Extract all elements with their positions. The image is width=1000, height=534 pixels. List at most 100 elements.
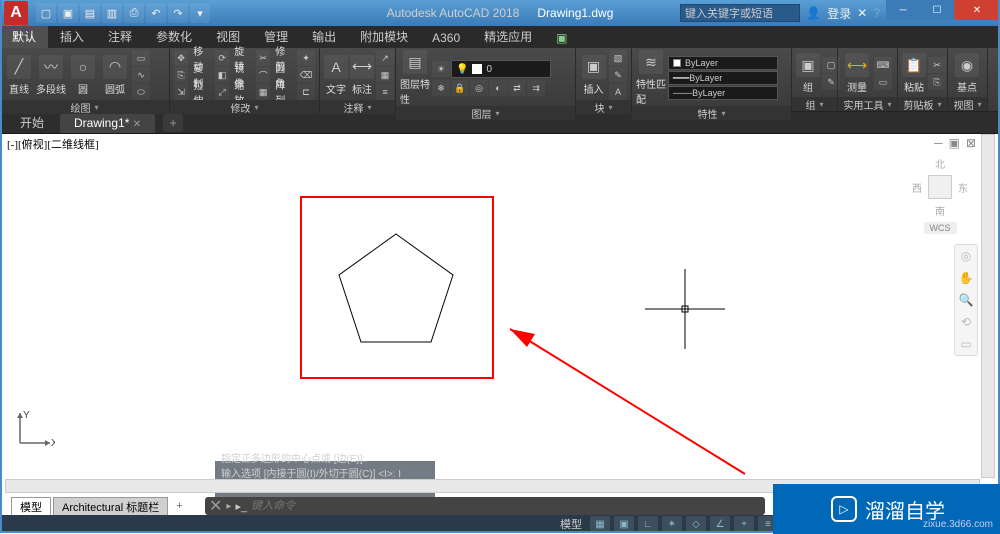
panel-draw-label[interactable]: 绘图▾ — [0, 100, 169, 114]
polyline-tool[interactable]: 〰多段线 — [36, 55, 66, 96]
layer-props-tool[interactable]: ▤图层特性 — [400, 50, 430, 106]
clip-copy-icon[interactable]: ⎘ — [928, 74, 946, 90]
block-edit-icon[interactable]: ✎ — [609, 67, 627, 83]
minimize-button[interactable]: ─ — [886, 0, 920, 20]
help-icon[interactable]: ? — [873, 6, 880, 20]
qat-undo-icon[interactable]: ↶ — [146, 3, 166, 23]
command-line[interactable]: ✕ ▸ ▸_ — [205, 497, 765, 515]
polar-toggle-icon[interactable]: ✴ — [662, 516, 682, 532]
mtext-icon[interactable]: ≡ — [376, 84, 394, 100]
panel-view-label[interactable]: 视图▾ — [948, 97, 987, 111]
tab-insert[interactable]: 插入 — [48, 25, 96, 48]
ellipse-icon[interactable]: ⬭ — [132, 84, 150, 100]
calc-icon[interactable]: ⌨ — [874, 57, 892, 73]
tab-addins[interactable]: 附加模块 — [348, 25, 420, 48]
line-tool[interactable]: ╱直线 — [4, 55, 34, 96]
grid-toggle-icon[interactable]: ▦ — [590, 516, 610, 532]
scrollbar-vertical[interactable] — [981, 134, 995, 478]
linetype-combo[interactable]: ─── ByLayer — [668, 86, 778, 100]
qat-new-icon[interactable]: ▢ — [36, 3, 56, 23]
file-tab-close-icon[interactable]: ✕ — [133, 119, 141, 130]
match-props-tool[interactable]: ≋特性匹配 — [636, 50, 666, 106]
search-box[interactable]: 键入关键字或短语 — [680, 4, 800, 22]
tab-annotate[interactable]: 注释 — [96, 25, 144, 48]
group-tool[interactable]: ▣组 — [796, 53, 820, 94]
signin-icon[interactable]: 👤 — [806, 6, 821, 20]
qat-plot-icon[interactable]: ⎙ — [124, 3, 144, 23]
circle-tool[interactable]: ○圆 — [68, 55, 98, 96]
otrack-toggle-icon[interactable]: ∠ — [710, 516, 730, 532]
app-icon[interactable]: A — [4, 1, 28, 25]
table-icon[interactable]: ▦ — [376, 67, 394, 83]
panel-group-label[interactable]: 组▾ — [792, 97, 837, 111]
color-combo[interactable]: ByLayer — [668, 56, 778, 70]
arc-tool[interactable]: ◠圆弧 — [100, 55, 130, 96]
rect-icon[interactable]: ▭ — [132, 50, 150, 66]
stretch-icon[interactable]: ⇲ — [174, 84, 188, 100]
explode-icon[interactable]: ✦ — [297, 50, 315, 66]
offset-icon[interactable]: ⊏ — [297, 84, 315, 100]
command-input[interactable] — [251, 500, 761, 512]
layer-iso-icon[interactable]: ◎ — [470, 80, 488, 96]
qat-save-icon[interactable]: ▤ — [80, 3, 100, 23]
tab-featured[interactable]: 精选应用 — [472, 25, 544, 48]
status-model[interactable]: 模型 — [556, 516, 586, 532]
drawing-canvas[interactable]: [-][俯视][二维线框] ─ ▣ ⊠ 北 西 东 南 WCS ◎ ✋ 🔍 ⟲ … — [5, 134, 980, 478]
panel-clip-label[interactable]: 剪贴板▾ — [898, 97, 947, 111]
ortho-toggle-icon[interactable]: ∟ — [638, 516, 658, 532]
array-icon[interactable]: ▦ — [256, 84, 270, 100]
copy-icon[interactable]: ⎘ — [174, 67, 188, 83]
tab-output[interactable]: 输出 — [300, 25, 348, 48]
fillet-icon[interactable]: ⌒ — [256, 67, 270, 83]
qat-redo-icon[interactable]: ↷ — [168, 3, 188, 23]
select-icon[interactable]: ▭ — [874, 74, 892, 90]
layer-walk-icon[interactable]: ⇉ — [527, 80, 545, 96]
insert-block-tool[interactable]: ▣插入 — [580, 55, 607, 96]
qat-saveas-icon[interactable]: ▥ — [102, 3, 122, 23]
snap-toggle-icon[interactable]: ▣ — [614, 516, 634, 532]
panel-props-label[interactable]: 特性▾ — [632, 106, 791, 120]
maximize-button[interactable]: ☐ — [920, 0, 954, 20]
erase-icon[interactable]: ⌫ — [297, 67, 315, 83]
layer-combo[interactable]: 💡 0 — [451, 60, 551, 78]
cmd-close-icon[interactable]: ✕ — [209, 496, 222, 516]
panel-layers-label[interactable]: 图层▾ — [396, 106, 575, 120]
dyn-input-icon[interactable]: + — [734, 516, 754, 532]
scale-icon[interactable]: ⤢ — [215, 84, 229, 100]
qat-open-icon[interactable]: ▣ — [58, 3, 78, 23]
paste-tool[interactable]: 📋粘贴 — [902, 53, 926, 94]
panel-util-label[interactable]: 实用工具▾ — [838, 97, 897, 111]
lineweight-combo[interactable]: ━━━ ByLayer — [668, 71, 778, 85]
osnap-toggle-icon[interactable]: ◇ — [686, 516, 706, 532]
tab-focus-icon[interactable]: ▣ — [544, 28, 579, 48]
panel-modify-label[interactable]: 修改▾ — [170, 100, 319, 114]
text-tool[interactable]: A文字 — [324, 55, 348, 96]
mirror-icon[interactable]: ◧ — [215, 67, 229, 83]
basepoint-tool[interactable]: ◉基点 — [952, 53, 982, 94]
layer-match-icon[interactable]: ⇄ — [508, 80, 526, 96]
close-button[interactable]: ✕ — [954, 0, 1000, 20]
exchange-icon[interactable]: ✕ — [857, 6, 867, 20]
tab-default[interactable]: 默认 — [0, 25, 48, 48]
cmd-history-icon[interactable]: ▸ — [226, 501, 231, 512]
spline-icon[interactable]: ∿ — [132, 67, 150, 83]
layer-state-icon[interactable]: ☀ — [432, 61, 450, 77]
rotate-icon[interactable]: ⟳ — [215, 50, 229, 66]
trim-icon[interactable]: ✂ — [256, 50, 270, 66]
tab-a360[interactable]: A360 — [420, 28, 472, 48]
dimension-tool[interactable]: ⟷标注 — [350, 55, 374, 96]
file-tab-drawing1[interactable]: Drawing1* ✕ — [60, 113, 155, 133]
login-link[interactable]: 登录 — [827, 5, 851, 22]
block-create-icon[interactable]: ▧ — [609, 50, 627, 66]
panel-annot-label[interactable]: 注释▾ — [320, 100, 395, 114]
file-tab-start[interactable]: 开始 — [6, 111, 58, 134]
layer-lock-icon[interactable]: 🔒 — [451, 80, 469, 96]
measure-tool[interactable]: ⟷测量 — [842, 53, 872, 94]
file-tab-add-button[interactable]: + — [163, 114, 183, 132]
leader-icon[interactable]: ↗ — [376, 50, 394, 66]
panel-block-label[interactable]: 块▾ — [576, 100, 631, 114]
cut-icon[interactable]: ✂ — [928, 57, 946, 73]
layer-freeze-icon[interactable]: ❄ — [432, 80, 450, 96]
block-attr-icon[interactable]: A — [609, 84, 627, 100]
qat-more-icon[interactable]: ▾ — [190, 3, 210, 23]
